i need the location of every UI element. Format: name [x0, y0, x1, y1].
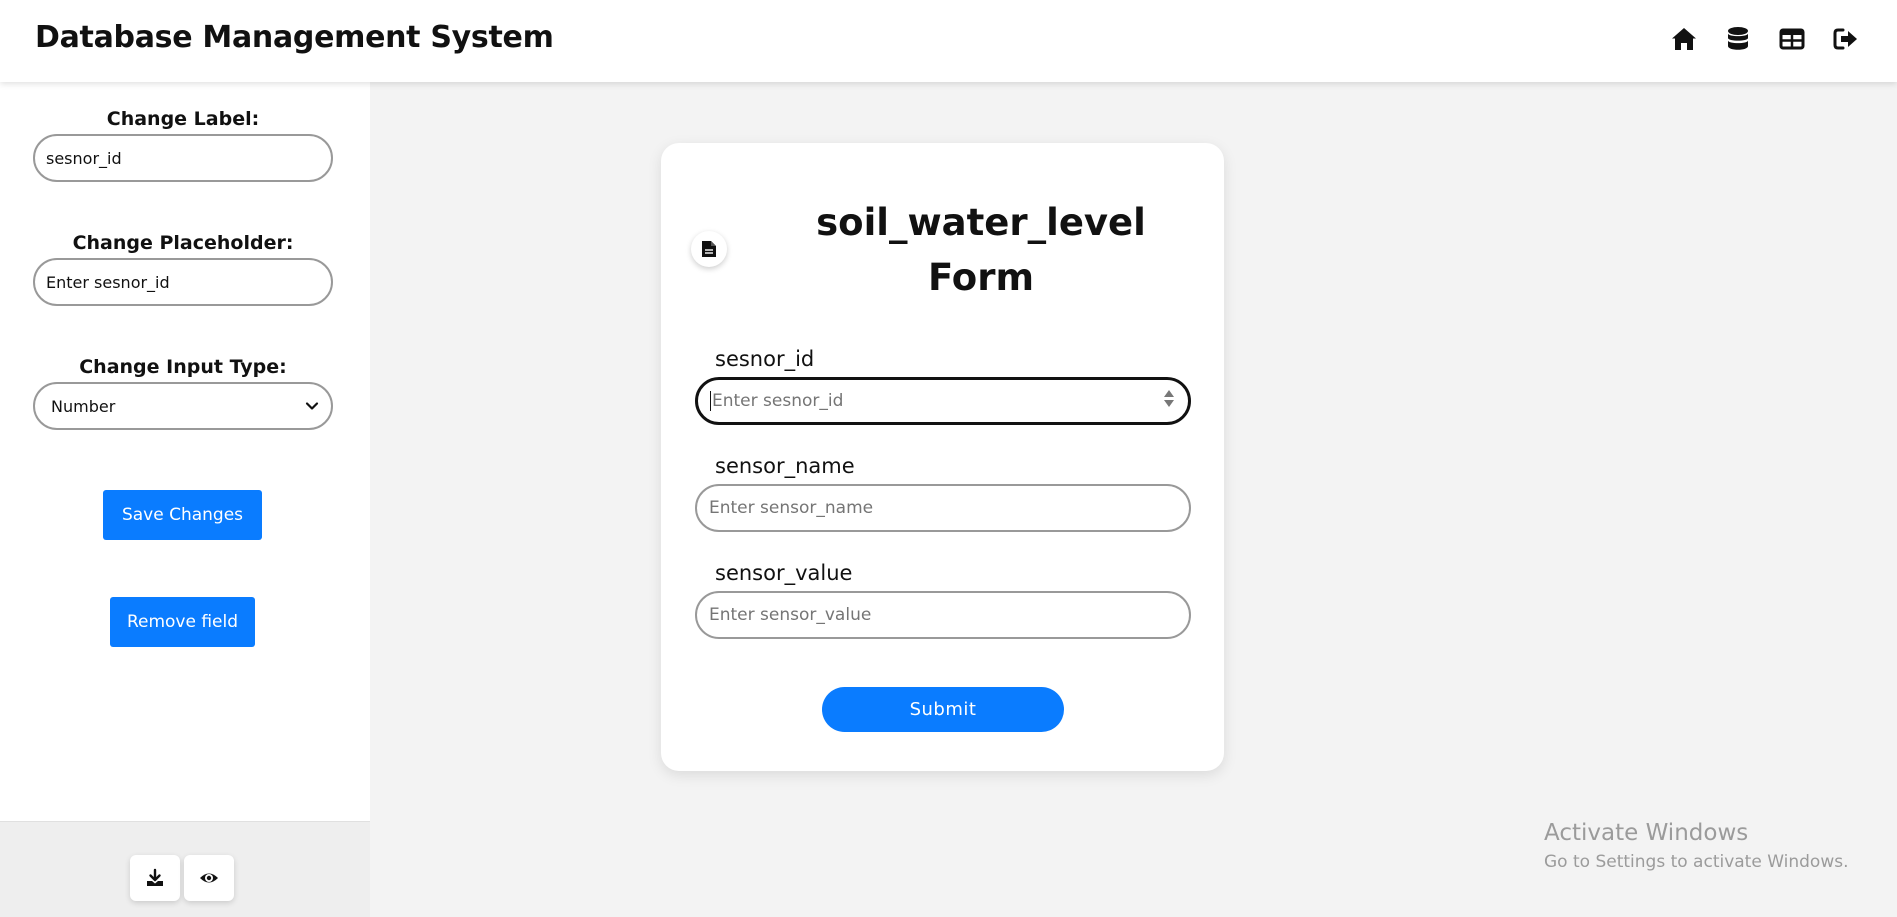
logout-icon[interactable] [1831, 24, 1861, 54]
top-bar: Database Management System [0, 0, 1897, 82]
change-label-heading: Change Label: [106, 108, 260, 130]
spinner-down-icon[interactable] [1164, 400, 1174, 407]
table-icon[interactable] [1777, 24, 1807, 54]
change-label-group: Change Label: sesnor_id [33, 108, 333, 182]
change-placeholder-value: Enter sesnor_id [46, 272, 170, 292]
change-label-input[interactable]: sesnor_id [33, 134, 333, 182]
input-type-value: Number [51, 396, 116, 416]
watermark-title: Activate Windows [1544, 820, 1749, 846]
document-icon [691, 231, 727, 267]
preview-button[interactable] [184, 855, 234, 901]
form-card: soil_water_level Form sesnor_id Enter se… [661, 143, 1224, 771]
download-button[interactable] [130, 855, 180, 901]
top-nav [1669, 24, 1861, 54]
home-icon[interactable] [1669, 24, 1699, 54]
field-label-sesnor-id: sesnor_id [715, 347, 815, 371]
database-icon[interactable] [1723, 24, 1753, 54]
change-input-type-group: Change Input Type: Number [33, 356, 333, 430]
sesnor-id-placeholder: Enter sesnor_id [712, 391, 844, 411]
sensor-name-placeholder: Enter sensor_name [709, 498, 874, 518]
field-label-sensor-name: sensor_name [715, 454, 855, 478]
field-editor-sidebar: Change Label: sesnor_id Change Placehold… [0, 82, 370, 821]
sensor-value-input[interactable]: Enter sensor_value [695, 591, 1191, 639]
spinner-up-icon[interactable] [1164, 390, 1174, 397]
app-title: Database Management System [35, 20, 554, 55]
download-icon [147, 868, 163, 886]
input-type-select[interactable]: Number [33, 382, 333, 430]
form-title: soil_water_level Form [816, 201, 1146, 299]
change-input-type-heading: Change Input Type: [79, 356, 287, 378]
sensor-value-placeholder: Enter sensor_value [709, 605, 872, 625]
submit-button[interactable]: Submit [822, 687, 1064, 732]
watermark-subtitle: Go to Settings to activate Windows. [1544, 852, 1849, 872]
change-label-value: sesnor_id [46, 148, 122, 168]
save-changes-button[interactable]: Save Changes [103, 490, 262, 540]
change-placeholder-input[interactable]: Enter sesnor_id [33, 258, 333, 306]
remove-field-button[interactable]: Remove field [110, 597, 255, 647]
sesnor-id-input[interactable]: Enter sesnor_id [695, 377, 1191, 425]
sidebar-footer [0, 821, 370, 917]
chevron-down-icon [305, 402, 319, 410]
sensor-name-input[interactable]: Enter sensor_name [695, 484, 1191, 532]
change-placeholder-group: Change Placeholder: Enter sesnor_id [33, 232, 333, 306]
activate-windows-watermark: Activate Windows Go to Settings to activ… [1544, 820, 1849, 872]
number-spinner[interactable] [1164, 390, 1174, 407]
change-placeholder-heading: Change Placeholder: [72, 232, 294, 254]
text-caret [710, 391, 711, 411]
field-label-sensor-value: sensor_value [715, 561, 853, 585]
eye-icon [200, 873, 218, 883]
